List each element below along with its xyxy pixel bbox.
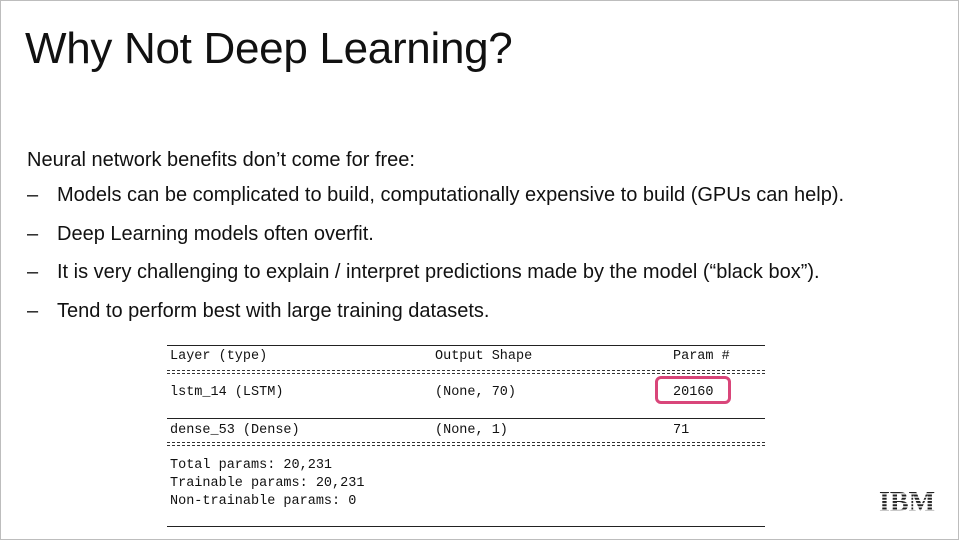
bullet-dash: – [27, 261, 39, 283]
bullet-item: – Deep Learning models often overfit. [27, 222, 844, 261]
row-output-shape: (None, 70) [435, 385, 517, 400]
param-totals: Total params: 20,231 Trainable params: 2… [170, 457, 570, 511]
ibm-logo-text: IBM [879, 488, 935, 514]
row-layer: lstm_14 (LSTM) [170, 385, 284, 400]
bullet-item: – It is very challenging to explain / in… [27, 260, 844, 299]
row-layer: dense_53 (Dense) [170, 423, 300, 438]
total-params: Total params: 20,231 [170, 458, 333, 473]
bullet-dash: – [27, 299, 39, 322]
non-trainable-params: Non-trainable params: 0 [170, 494, 357, 509]
header-layer: Layer (type) [170, 349, 268, 364]
slide-title: Why Not Deep Learning? [25, 24, 513, 73]
table-footer-divider [167, 442, 765, 446]
table-top-rule [167, 345, 765, 346]
row-divider [167, 418, 765, 419]
table-row: dense_53 (Dense) (None, 1) 71 [167, 422, 767, 440]
bullet-text: Deep Learning models often overfit. [57, 222, 374, 245]
bullet-text: It is very challenging to explain / inte… [57, 261, 820, 283]
table-bottom-rule [167, 526, 765, 527]
bullet-item: – Models can be complicated to build, co… [27, 183, 844, 222]
intro-text: Neural network benefits don’t come for f… [27, 149, 415, 171]
bullet-text: Models can be complicated to build, comp… [57, 184, 845, 206]
bullet-text: Tend to perform best with large training… [57, 299, 490, 322]
table-header-row: Layer (type) Output Shape Param # [167, 348, 767, 366]
row-output-shape: (None, 1) [435, 423, 508, 438]
row-param-count: 71 [673, 423, 690, 438]
param-highlight-box [655, 376, 731, 404]
bullet-dash: – [27, 184, 39, 206]
header-param-count: Param # [673, 349, 730, 364]
bullet-dash: – [27, 222, 39, 245]
slide: Why Not Deep Learning? Neural network be… [0, 0, 959, 540]
bullet-item: – Tend to perform best with large traini… [27, 299, 844, 338]
ibm-logo-icon: IBM [879, 488, 935, 514]
trainable-params: Trainable params: 20,231 [170, 476, 365, 491]
header-output-shape: Output Shape [435, 349, 533, 364]
bullet-list: – Models can be complicated to build, co… [27, 183, 844, 337]
table-header-divider [167, 370, 765, 374]
